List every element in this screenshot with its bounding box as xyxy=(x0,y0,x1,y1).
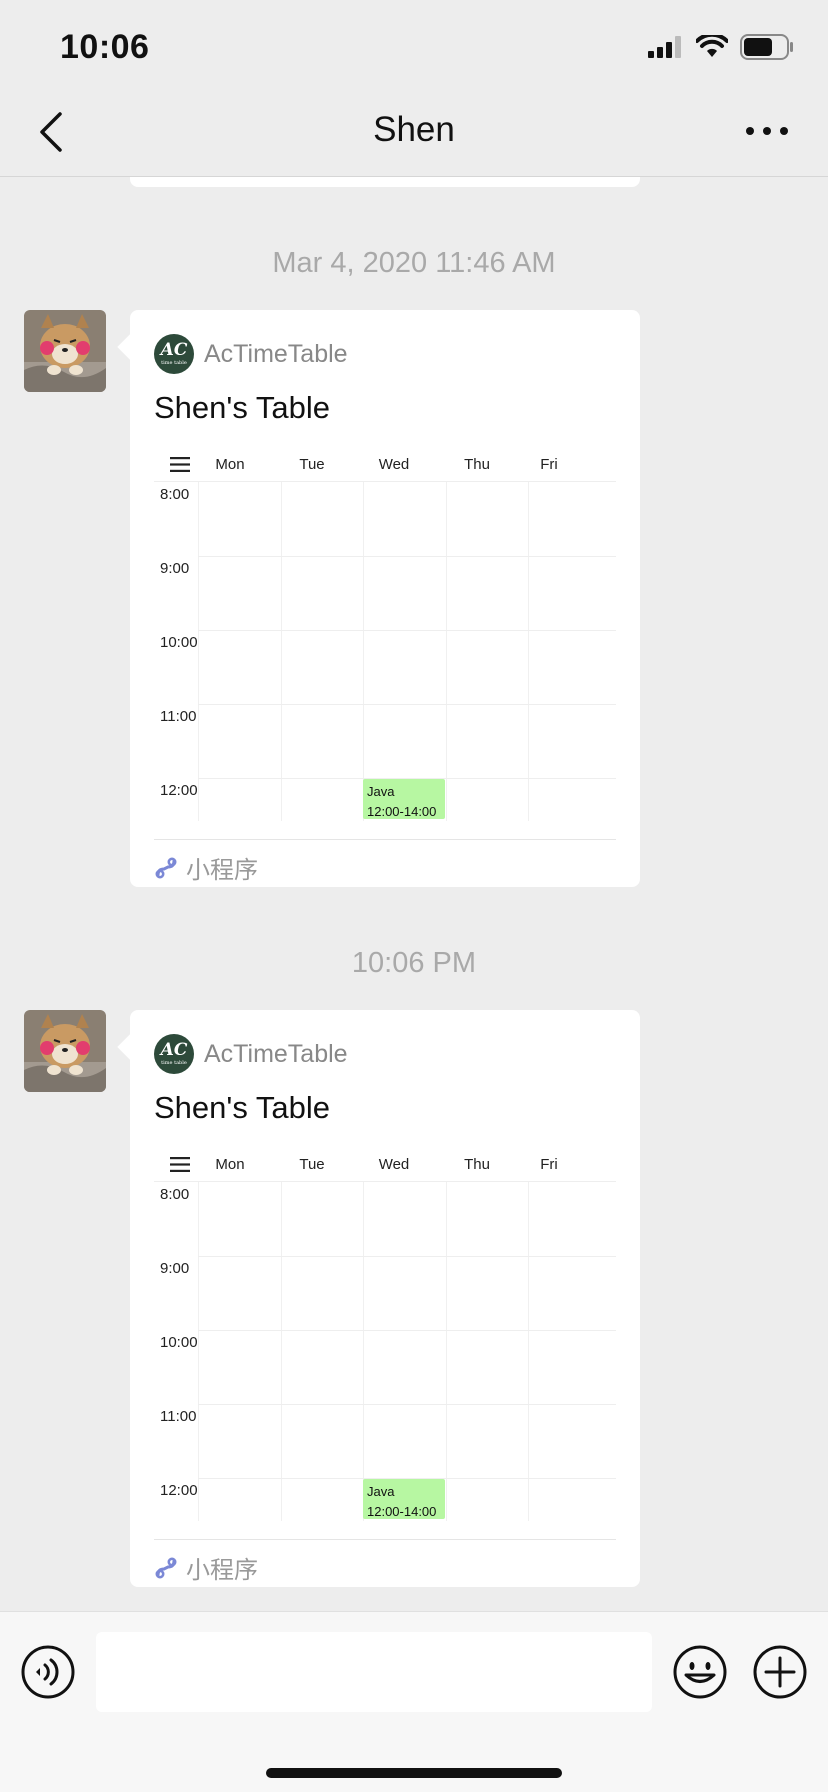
card-footer: 小程序 xyxy=(154,850,258,885)
mini-program-card[interactable]: AC time table AcTimeTable Shen's Table M… xyxy=(130,310,640,887)
top-bar: 10:06 Shen xyxy=(0,0,828,177)
grid-row-line xyxy=(198,630,616,631)
timetable-preview: Mon Tue Wed Thu Fri 8:00 9:00 10:00 11:00 12:00 J… xyxy=(154,450,616,821)
app-logo: AC time table xyxy=(154,1034,194,1074)
day-header: Wed xyxy=(378,1156,410,1173)
day-header: Fri xyxy=(540,456,558,473)
timetable-grid: 8:00 9:00 10:00 11:00 12:00 Java 12:00-14:00 xyxy=(154,482,616,821)
day-header: Mon xyxy=(215,456,245,473)
course-block[interactable]: Java 12:00-14:00 xyxy=(363,1479,445,1519)
time-label: 12:00 xyxy=(160,782,198,799)
grid-column-line xyxy=(198,1182,199,1521)
course-name: Java xyxy=(367,784,395,799)
grid-row-line xyxy=(198,704,616,705)
time-label: 11:00 xyxy=(160,1408,197,1425)
timetable-header: Mon Tue Wed Thu Fri xyxy=(154,450,616,482)
grid-column-line xyxy=(446,482,447,821)
time-label: 12:00 xyxy=(160,1482,198,1499)
day-header: Tue xyxy=(299,456,325,473)
mini-program-label: 小程序 xyxy=(186,857,258,884)
status-icons xyxy=(648,34,794,60)
timetable-header: Mon Tue Wed Thu Fri xyxy=(154,1150,616,1182)
time-label: 8:00 xyxy=(160,486,190,503)
mini-program-label: 小程序 xyxy=(186,1557,258,1584)
day-header: Fri xyxy=(540,1156,558,1173)
plus-icon[interactable] xyxy=(752,1644,808,1700)
course-name: Java xyxy=(367,1484,395,1499)
mini-program-icon xyxy=(155,856,177,879)
time-label: 10:00 xyxy=(160,1334,198,1351)
course-time: 12:00-14:00 xyxy=(367,804,437,819)
message-timestamp: Mar 4, 2020 11:46 AM xyxy=(272,247,556,279)
menu-icon xyxy=(170,1157,190,1172)
card-header: AC time table AcTimeTable xyxy=(154,334,348,374)
day-header: Tue xyxy=(299,1156,325,1173)
signal-icon xyxy=(648,36,681,58)
chat-area[interactable]: Mar 4, 2020 11:46 AM AC time table AcTim… xyxy=(0,177,828,1611)
timetable-preview: Mon Tue Wed Thu Fri 8:00 9:00 10:00 11:00 12:00 J… xyxy=(154,1150,616,1521)
message-timestamp: 10:06 PM xyxy=(351,947,477,979)
grid-column-line xyxy=(528,1182,529,1521)
course-time: 12:00-14:00 xyxy=(367,1504,437,1519)
wifi-icon xyxy=(696,35,728,57)
day-header: Thu xyxy=(464,1156,490,1173)
grid-column-line xyxy=(281,1182,282,1521)
card-title: Shen's Table xyxy=(154,390,330,425)
avatar[interactable] xyxy=(24,310,106,392)
avatar[interactable] xyxy=(24,1010,106,1092)
grid-row-line xyxy=(198,556,616,557)
grid-column-line xyxy=(363,482,364,821)
time-label: 9:00 xyxy=(160,560,190,577)
emoji-icon[interactable] xyxy=(672,1644,728,1700)
day-header: Thu xyxy=(464,456,490,473)
day-header: Wed xyxy=(378,456,410,473)
grid-column-line xyxy=(363,1182,364,1521)
mini-program-card[interactable]: AC time table AcTimeTable Shen's Table M… xyxy=(130,1010,640,1587)
app-logo-text: AC xyxy=(160,1040,188,1060)
menu-icon xyxy=(170,457,190,472)
message-input[interactable] xyxy=(96,1632,652,1712)
voice-icon[interactable] xyxy=(20,1644,76,1700)
app-logo-subtext: time table xyxy=(161,360,187,366)
app-name: AcTimeTable xyxy=(204,339,348,368)
card-header: AC time table AcTimeTable xyxy=(154,1034,348,1074)
card-title: Shen's Table xyxy=(154,1090,330,1125)
app-logo-text: AC xyxy=(160,340,188,360)
home-indicator xyxy=(266,1768,562,1778)
grid-column-line xyxy=(198,482,199,821)
app-name: AcTimeTable xyxy=(204,1039,348,1068)
grid-column-line xyxy=(281,482,282,821)
battery-icon xyxy=(740,34,793,60)
card-divider xyxy=(154,1539,616,1540)
app-logo-subtext: time table xyxy=(161,1060,187,1066)
grid-column-line xyxy=(446,1182,447,1521)
status-time: 10:06 xyxy=(60,28,150,66)
previous-message-partial xyxy=(130,177,640,187)
chat-title: Shen xyxy=(373,110,455,149)
time-label: 11:00 xyxy=(160,708,197,725)
input-bar xyxy=(0,1611,828,1792)
course-block[interactable]: Java 12:00-14:00 xyxy=(363,779,445,819)
mini-program-icon xyxy=(155,1556,177,1579)
grid-row-line xyxy=(198,1404,616,1405)
card-divider xyxy=(154,839,616,840)
time-label: 9:00 xyxy=(160,1260,190,1277)
app-logo: AC time table xyxy=(154,334,194,374)
time-label: 8:00 xyxy=(160,1186,190,1203)
timetable-grid: 8:00 9:00 10:00 11:00 12:00 Java 12:00-14:00 xyxy=(154,1182,616,1521)
grid-row-line xyxy=(198,1256,616,1257)
more-dots-icon[interactable] xyxy=(744,118,790,144)
card-footer: 小程序 xyxy=(154,1550,258,1585)
grid-row-line xyxy=(198,1330,616,1331)
day-header: Mon xyxy=(215,1156,245,1173)
grid-column-line xyxy=(528,482,529,821)
time-label: 10:00 xyxy=(160,634,198,651)
